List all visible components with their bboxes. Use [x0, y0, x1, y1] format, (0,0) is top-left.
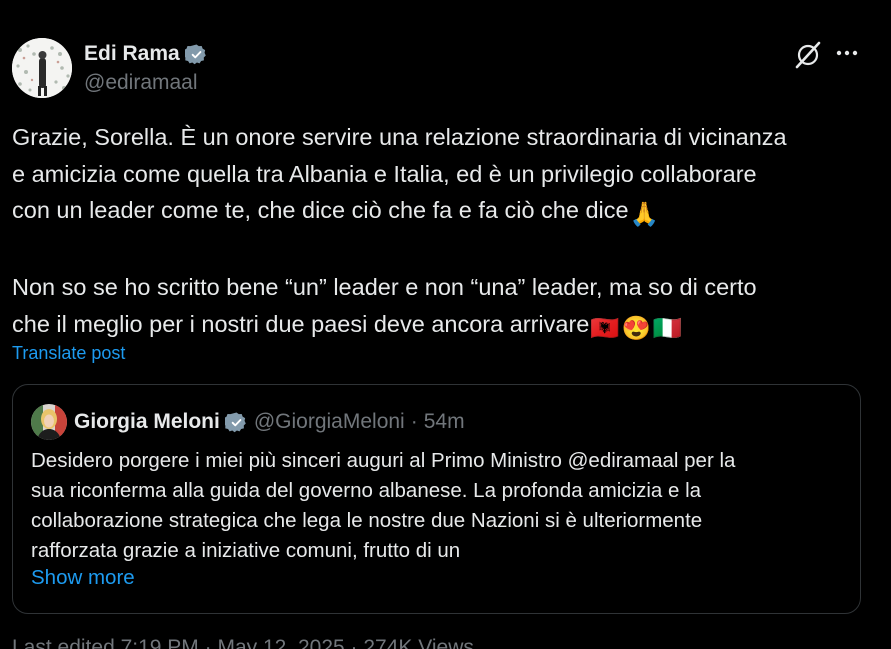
more-horizontal-icon[interactable]: [832, 38, 862, 68]
tweet-line: Grazie, Sorella. È un onore servire una …: [12, 124, 787, 150]
quote-separator: ·: [410, 410, 418, 433]
author-avatar[interactable]: [12, 38, 72, 98]
quote-line: rafforzata grazie a iniziative comuni, f…: [31, 539, 461, 562]
albania-flag-emoji: 🇦🇱: [590, 314, 620, 341]
quote-line: Desidero porgere i miei più sinceri augu…: [31, 449, 736, 472]
tweet-text: Grazie, Sorella. È un onore servire una …: [12, 119, 880, 346]
quote-author-handle[interactable]: @GiorgiaMeloni: [254, 410, 405, 434]
quote-author-display-name[interactable]: Giorgia Meloni: [74, 410, 220, 434]
heart-eyes-emoji: 😍: [621, 314, 651, 341]
author-handle[interactable]: @ediramaal: [84, 71, 208, 95]
tweet-line: che il meglio per i nostri due paesi dev…: [12, 306, 880, 347]
quoted-tweet[interactable]: Giorgia Meloni @GiorgiaMeloni · 54m Desi…: [12, 384, 861, 614]
quote-line: collaborazione strategica che lega le no…: [31, 509, 703, 532]
author-info: Edi Rama @ediramaal: [84, 41, 208, 95]
tweet-header: Edi Rama @ediramaal: [12, 38, 208, 98]
quote-author-avatar[interactable]: [31, 404, 67, 440]
grok-icon[interactable]: [793, 40, 823, 70]
tweet-line: Non so se ho scritto bene “un” leader e …: [12, 274, 757, 300]
author-name-row: Edi Rama: [84, 41, 208, 67]
quote-header: Giorgia Meloni @GiorgiaMeloni · 54m: [31, 404, 465, 440]
quote-timestamp[interactable]: 54m: [424, 410, 465, 434]
translate-post-link[interactable]: Translate post: [12, 343, 125, 364]
verified-badge-icon[interactable]: [183, 43, 208, 66]
author-display-name[interactable]: Edi Rama: [84, 42, 180, 66]
tweet-meta-footer: Last edited 7:19 PM · May 12, 2025 · 274…: [12, 636, 474, 649]
tweet-line: con un leader come te, che dice ciò che …: [12, 192, 880, 233]
show-more-link[interactable]: Show more: [31, 566, 135, 590]
quote-text: Desidero porgere i miei più sinceri augu…: [31, 446, 851, 566]
quote-line: sua riconferma alla guida del governo al…: [31, 479, 702, 502]
folded-hands-emoji: 🙏: [629, 201, 659, 227]
verified-badge-icon[interactable]: [223, 411, 248, 434]
italy-flag-emoji: 🇮🇹: [652, 314, 683, 341]
tweet: Edi Rama @ediramaal Grazie, Sorella. È u…: [0, 0, 891, 649]
tweet-line: e amicizia come quella tra Albania e Ita…: [12, 160, 757, 187]
